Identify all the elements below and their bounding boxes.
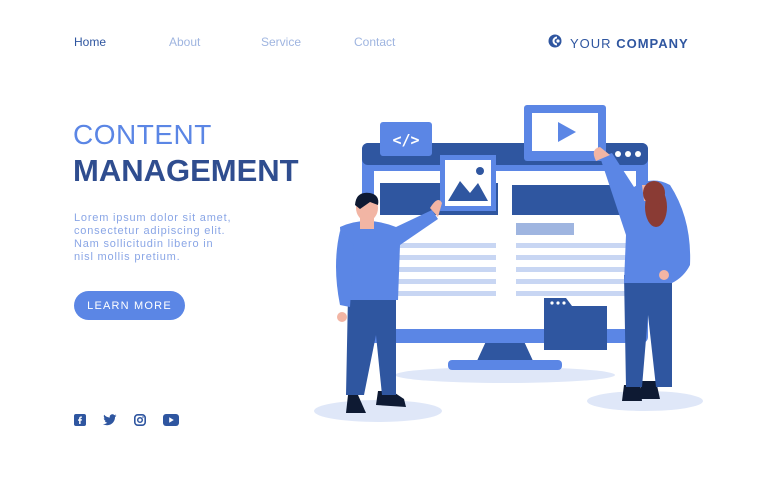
twitter-icon[interactable]: [103, 413, 117, 431]
hero-description-line: consectetur adipiscing elit.: [74, 225, 226, 237]
image-icon: [440, 155, 496, 211]
brand-word-1: YOUR: [570, 36, 612, 51]
hero-description-line: nisl mollis pretium.: [74, 251, 181, 263]
brand-name: YOUR COMPANY: [570, 36, 689, 51]
hero-title-line-1: CONTENT: [73, 119, 212, 150]
main-nav: Home About Service Contact: [74, 35, 395, 49]
logo-icon: [548, 34, 564, 53]
code-icon: </>: [380, 122, 432, 156]
video-play-icon: [524, 105, 606, 161]
nav-contact-link[interactable]: Contact: [354, 35, 395, 49]
learn-more-button[interactable]: LEARN MORE: [74, 291, 185, 320]
instagram-icon[interactable]: [134, 413, 146, 431]
hero-illustration: </>: [300, 95, 710, 435]
code-badge-text: </>: [392, 131, 419, 149]
hero-description-line: Nam sollicitudin libero in: [74, 238, 214, 250]
brand-logo[interactable]: YOUR COMPANY: [548, 34, 689, 53]
hero-description: Lorem ipsum dolor sit amet, consectetur …: [74, 212, 264, 264]
social-links: [74, 413, 179, 431]
nav-about-link[interactable]: About: [169, 35, 261, 49]
facebook-icon[interactable]: [74, 413, 86, 431]
nav-service-link[interactable]: Service: [261, 35, 354, 49]
hero-description-line: Lorem ipsum dolor sit amet,: [74, 212, 232, 224]
nav-home-link[interactable]: Home: [74, 35, 169, 49]
hero-title-line-2: MANAGEMENT: [73, 153, 299, 188]
brand-word-2: COMPANY: [616, 36, 689, 51]
youtube-icon[interactable]: [163, 413, 179, 431]
